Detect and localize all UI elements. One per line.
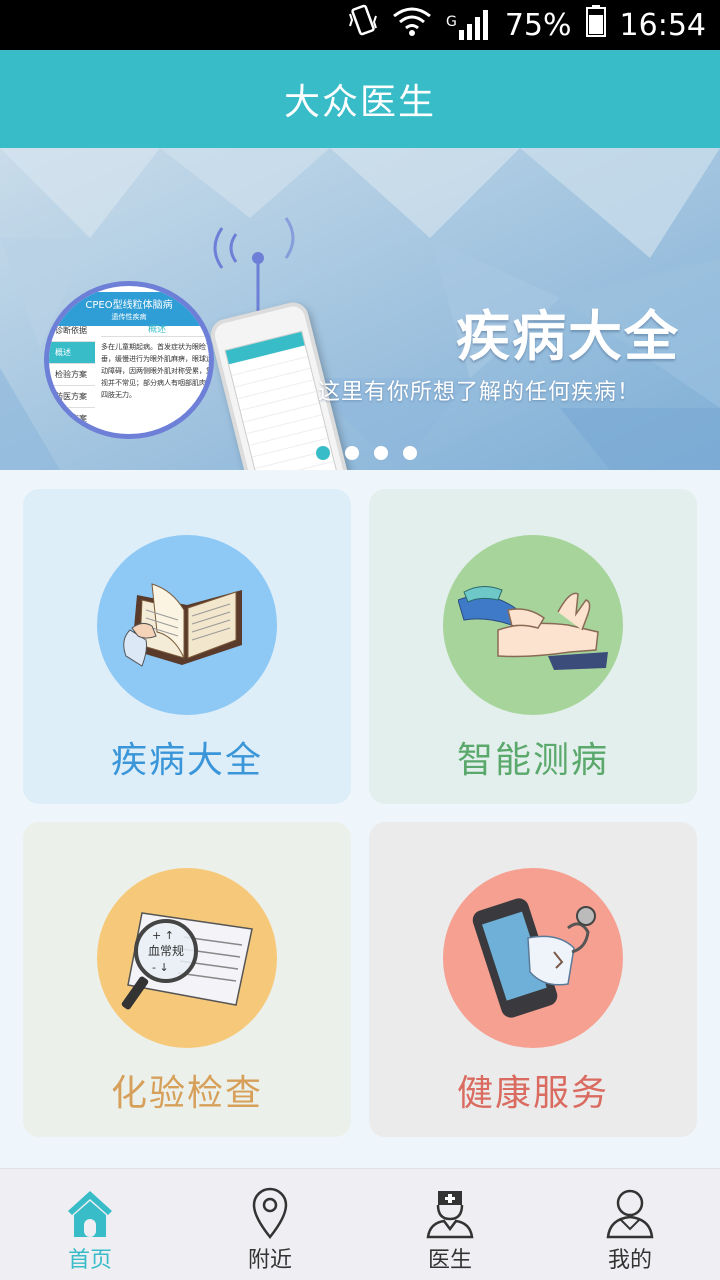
card-disease-encyclopedia[interactable]: 疾病大全 bbox=[23, 489, 351, 804]
bottom-navigation: 首页 附近 医生 我的 bbox=[0, 1168, 720, 1280]
magnifier-content: 概述 多在儿童期起病。首发症状为眼睑下垂，缓慢进行为眼外肌麻痹，眼球运动障碍，因… bbox=[101, 325, 213, 399]
tab-home[interactable]: 首页 bbox=[0, 1169, 180, 1280]
tab-profile[interactable]: 我的 bbox=[540, 1169, 720, 1280]
doctor-icon bbox=[422, 1185, 478, 1241]
carousel-dot[interactable] bbox=[316, 446, 330, 460]
battery-percent: 75% bbox=[504, 7, 572, 43]
user-icon bbox=[602, 1185, 658, 1241]
book-icon bbox=[97, 535, 277, 715]
magnifier-side-menu: 诊断依据 概述 检验方案 药医方案 治疗方案 bbox=[49, 320, 95, 430]
svg-text:血常规: 血常规 bbox=[148, 943, 184, 958]
home-icon bbox=[62, 1185, 118, 1241]
carousel-dot[interactable] bbox=[345, 446, 359, 460]
banner-carousel[interactable]: CPEO型线粒体脑病 遗传性疾病 诊断依据 概述 检验方案 药医方案 治疗方案 … bbox=[0, 148, 720, 470]
tab-nearby[interactable]: 附近 bbox=[180, 1169, 360, 1280]
battery-icon bbox=[585, 5, 606, 45]
magnifier-report-icon: 血常规 + ↑ - ↓ bbox=[97, 868, 277, 1048]
card-label: 健康服务 bbox=[456, 1073, 609, 1114]
status-bar: G 75% 16:54 bbox=[0, 0, 720, 50]
svg-text:+ ↑: + ↑ bbox=[152, 929, 174, 942]
magnifier-preview: CPEO型线粒体脑病 遗传性疾病 诊断依据 概述 检验方案 药医方案 治疗方案 … bbox=[44, 281, 214, 439]
card-lab-test[interactable]: 血常规 + ↑ - ↓ 化验检查 bbox=[23, 822, 351, 1137]
page-title: 大众医生 bbox=[283, 82, 436, 123]
pulse-check-icon bbox=[443, 535, 623, 715]
clock: 16:54 bbox=[619, 7, 706, 43]
card-label: 智能测病 bbox=[456, 740, 609, 781]
carousel-dot[interactable] bbox=[374, 446, 388, 460]
tab-label: 附近 bbox=[247, 1248, 292, 1273]
card-health-service[interactable]: 健康服务 bbox=[369, 822, 697, 1137]
feature-grid: 疾病大全 智能测病 血常规 + ↑ - ↓ 化验检查 健康服务 bbox=[23, 489, 697, 1137]
network-type: G bbox=[445, 14, 457, 30]
app-header: 大众医生 bbox=[0, 50, 720, 148]
card-label: 化验检查 bbox=[110, 1073, 263, 1114]
svg-text:- ↓: - ↓ bbox=[152, 961, 169, 974]
wifi-icon bbox=[392, 6, 432, 44]
card-label: 疾病大全 bbox=[110, 740, 263, 781]
tab-label: 我的 bbox=[607, 1248, 652, 1273]
banner-subtitle: 这里有你所想了解的任何疾病！ bbox=[318, 380, 641, 405]
banner-headline: 疾病大全 bbox=[456, 305, 680, 368]
tab-label: 医生 bbox=[427, 1248, 472, 1273]
location-pin-icon bbox=[242, 1185, 298, 1241]
card-smart-diagnosis[interactable]: 智能测病 bbox=[369, 489, 697, 804]
signal-icon: G bbox=[446, 10, 491, 40]
vibrate-icon bbox=[348, 4, 378, 46]
phone-stethoscope-icon bbox=[443, 868, 623, 1048]
tab-doctor[interactable]: 医生 bbox=[360, 1169, 540, 1280]
carousel-dot[interactable] bbox=[403, 446, 417, 460]
tab-label: 首页 bbox=[67, 1248, 112, 1273]
carousel-indicator[interactable] bbox=[316, 446, 417, 460]
